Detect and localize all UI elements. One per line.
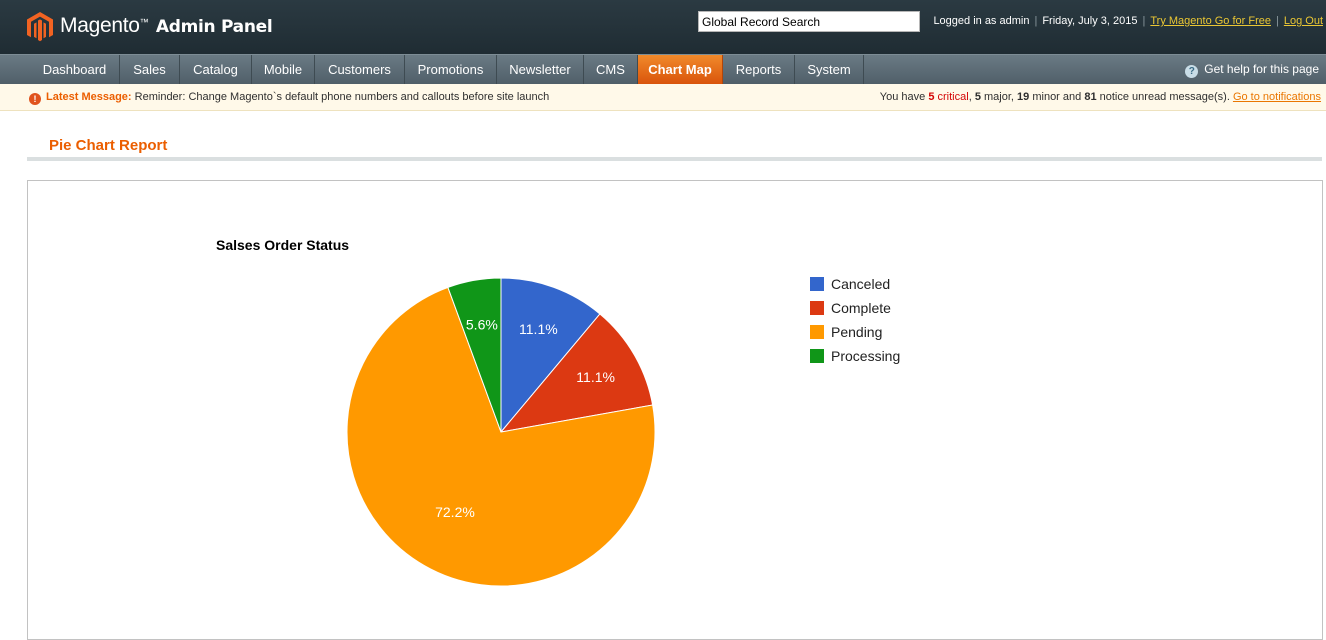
nav-item-reports[interactable]: Reports (723, 55, 795, 84)
admin-header: Magento™ Admin Panel Logged in as admin|… (0, 0, 1326, 54)
legend-label[interactable]: Pending (831, 324, 882, 340)
notification-bar: ! Latest Message: Reminder: Change Magent… (0, 84, 1326, 111)
nav-item-newsletter[interactable]: Newsletter (497, 55, 584, 84)
notice-count: 81 (1084, 91, 1097, 103)
nav-item-mobile[interactable]: Mobile (252, 55, 315, 84)
minor-label: minor and (1032, 91, 1082, 103)
nav-item-sales[interactable]: Sales (120, 55, 180, 84)
latest-message: ! Latest Message: Reminder: Change Magent… (29, 84, 549, 110)
help-label: Get help for this page (1204, 62, 1319, 76)
major-label: major, (984, 91, 1014, 103)
legend-swatch (810, 349, 824, 363)
header-account-info: Logged in as admin | Friday, July 3, 2015 |… (933, 15, 1323, 27)
unread-summary: You have 5 critical, 5 major, 19 minor a… (879, 91, 1321, 103)
latest-message-label: Latest Message: (46, 91, 132, 103)
latest-message-text: Reminder: Change Magento`s default phone… (134, 91, 550, 103)
nav-item-system[interactable]: System (795, 55, 864, 84)
minor-count: 19 (1017, 91, 1030, 103)
legend-label[interactable]: Canceled (831, 276, 890, 292)
pie-slice-label: 72.2% (435, 504, 475, 520)
page-title: Pie Chart Report (49, 137, 168, 154)
current-date: Friday, July 3, 2015 (1042, 15, 1138, 27)
global-search-input[interactable] (698, 11, 920, 32)
try-magento-go-link[interactable]: Try Magento Go for Free (1150, 15, 1271, 27)
you-have-text: You have (879, 91, 926, 103)
chart-container: Salses Order Status 11.1% 11.1% 72.2% 5.6% … (27, 180, 1323, 640)
nav-item-cms[interactable]: CMS (584, 55, 638, 84)
major-count: 5 (974, 91, 981, 103)
pie-chart: Salses Order Status 11.1%11.1%72.2%5.6% … (216, 237, 900, 587)
nav-item-catalog[interactable]: Catalog (180, 55, 252, 84)
notice-label: notice unread message(s). (1099, 91, 1230, 103)
chart-legend: Canceled Complete Pending Processing (810, 276, 900, 364)
go-to-notifications-link[interactable]: Go to notifications (1233, 91, 1321, 103)
alert-icon: ! (29, 93, 41, 105)
help-icon: ? (1185, 65, 1199, 78)
nav-item-chart-map[interactable]: Chart Map (638, 55, 723, 84)
nav-item-promotions[interactable]: Promotions (405, 55, 497, 84)
chart-title: Salses Order Status (216, 237, 349, 253)
pie-slice-label: 11.1% (519, 321, 558, 337)
critical-label: critical (937, 91, 969, 103)
magento-logo-icon[interactable] (26, 11, 54, 43)
legend-swatch (810, 325, 824, 339)
logout-link[interactable]: Log Out (1284, 15, 1323, 27)
brand-name: Magento (60, 14, 140, 37)
main-navigation: Dashboard Sales Catalog Mobile Customers… (0, 54, 1326, 84)
legend-label[interactable]: Complete (831, 300, 891, 316)
product-name: Admin Panel (155, 17, 273, 37)
legend-swatch (810, 277, 824, 291)
help-link[interactable]: ? Get help for this page (1185, 55, 1319, 84)
pie-slices (346, 277, 656, 587)
logged-in-text: Logged in as admin (933, 15, 1030, 27)
brand-title: Magento™ Admin Panel (60, 14, 273, 38)
pie-slice-label: 11.1% (576, 369, 615, 385)
critical-count: 5 (928, 91, 935, 103)
trademark: ™ (139, 17, 149, 27)
legend-swatch (810, 301, 824, 315)
legend-label[interactable]: Processing (831, 348, 900, 364)
pie-slice-label: 5.6% (466, 316, 498, 332)
title-divider (27, 157, 1322, 161)
nav-item-dashboard[interactable]: Dashboard (30, 55, 120, 84)
nav-item-customers[interactable]: Customers (315, 55, 405, 84)
